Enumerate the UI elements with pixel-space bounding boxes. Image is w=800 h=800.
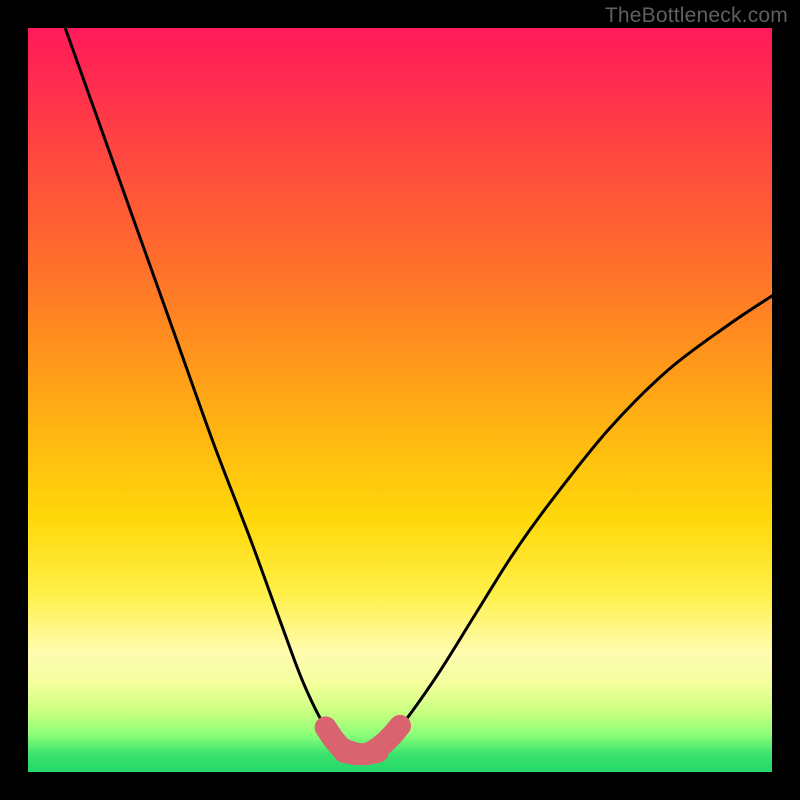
outer-black-frame: TheBottleneck.com — [0, 0, 800, 800]
plot-area — [28, 28, 772, 772]
highlight-band-bottom — [344, 752, 377, 754]
bottleneck-curve — [65, 28, 772, 753]
curve-layer — [65, 28, 772, 754]
chart-svg — [28, 28, 772, 772]
watermark-text: TheBottleneck.com — [605, 4, 788, 28]
